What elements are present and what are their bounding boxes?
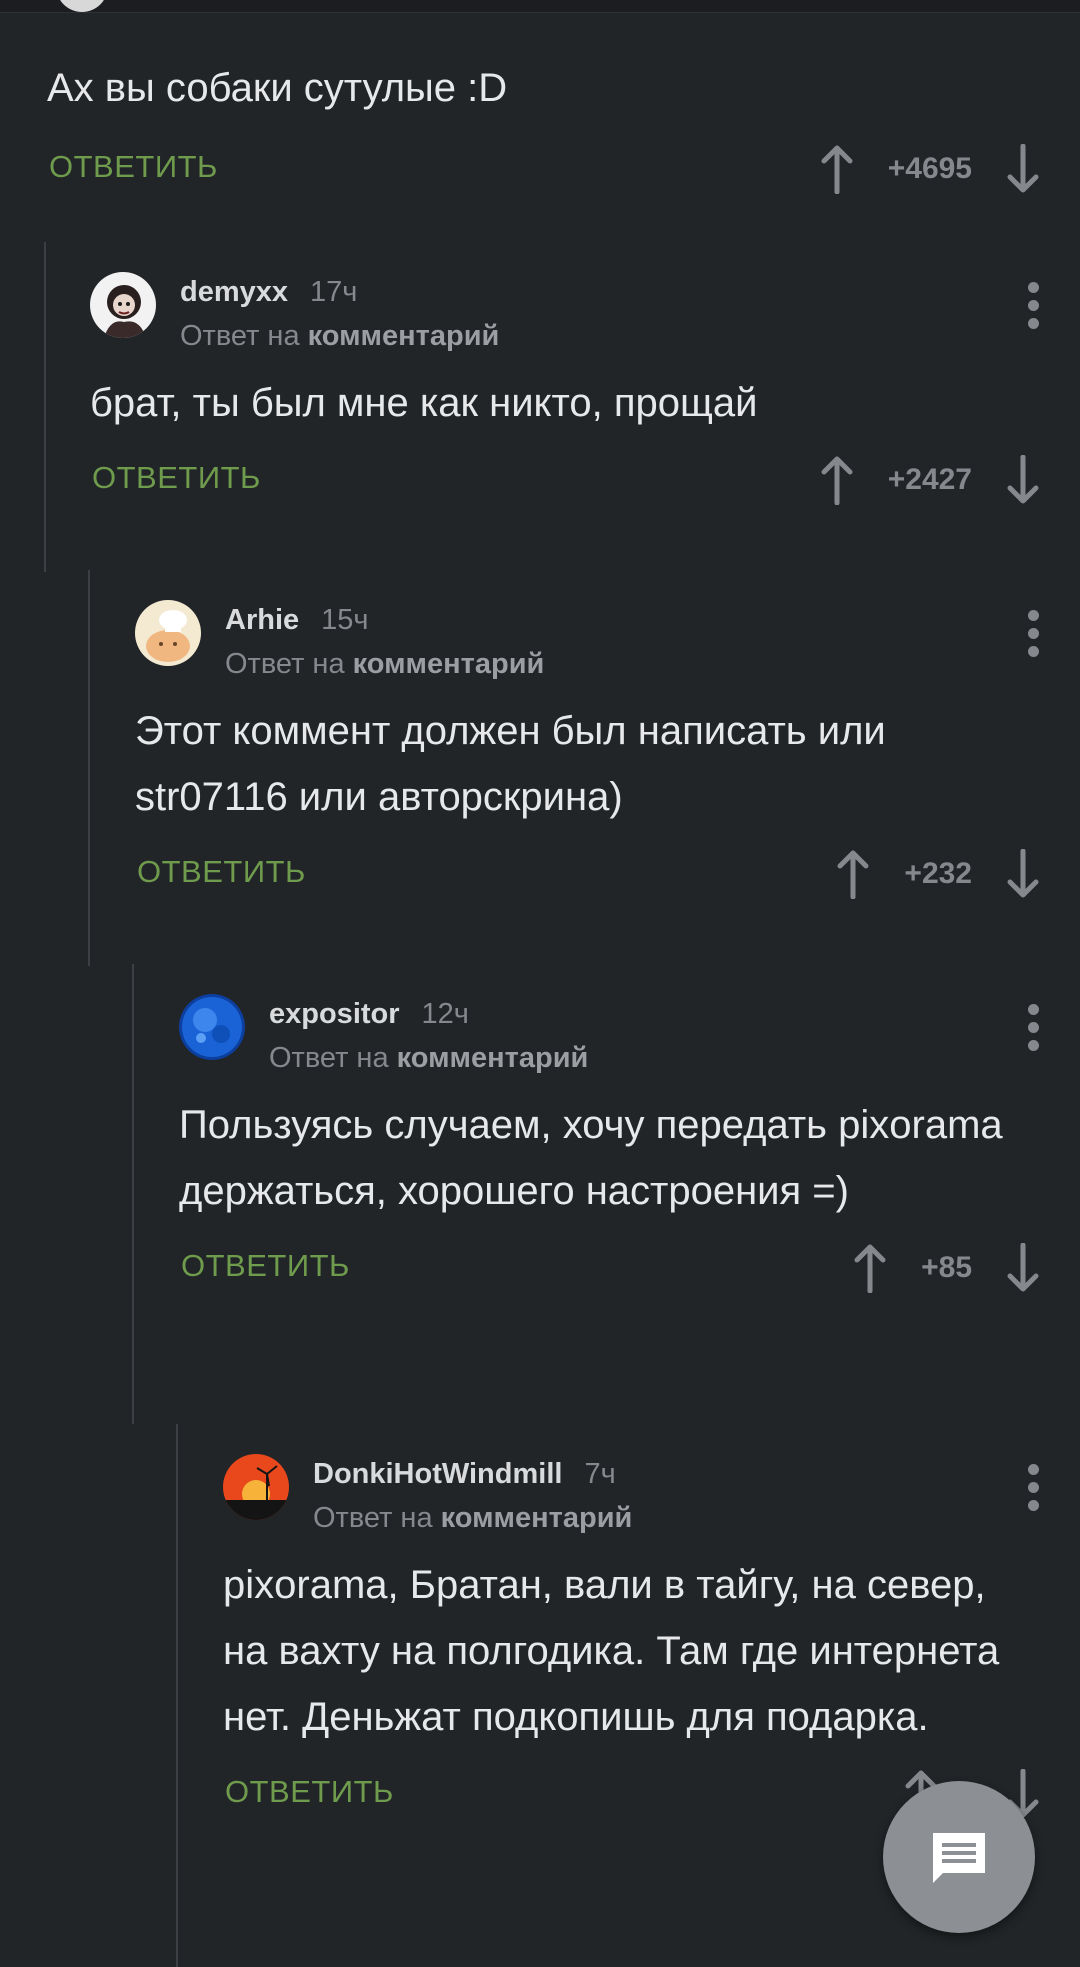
comment-actions: ОТВЕТИТЬ +4695 (47, 139, 1080, 199)
comment-actions: ОТВЕТИТЬ +85 (179, 1238, 1080, 1298)
avatar[interactable] (90, 272, 156, 338)
comment-author[interactable]: demyxx 17ч (180, 272, 357, 312)
comment-text: Пользуясь случаем, хочу передать pixoram… (179, 1103, 1003, 1213)
arrow-up-icon[interactable] (820, 455, 854, 505)
avatar[interactable] (223, 1454, 289, 1520)
reply-to-line: Ответ на комментарий (225, 644, 544, 684)
comment-text: Ах вы собаки сутулые :D (47, 66, 508, 110)
comment-score: +2427 (887, 463, 972, 496)
author-name[interactable]: expositor (269, 998, 400, 1030)
reply-to-link[interactable]: комментарий (353, 648, 545, 680)
comment-text: Этот коммент должен был написать или str… (135, 709, 886, 819)
comment-header: expositor 12ч Ответ на комментарий (179, 994, 1080, 1084)
reply-to-prefix: Ответ на (313, 1502, 433, 1534)
comment: expositor 12ч Ответ на комментарий Пользу… (179, 994, 1080, 1298)
comment: DonkiHotWindmill 7ч Ответ на комментарий … (223, 1454, 1080, 1824)
comment-time: 7ч (584, 1458, 616, 1490)
more-vertical-icon[interactable] (1026, 1464, 1040, 1512)
reply-to-prefix: Ответ на (180, 320, 300, 352)
comment-author[interactable]: Arhie 15ч (225, 600, 369, 640)
thread-line (88, 570, 90, 966)
comment-text: pixorama, Братан, вали в тайгу, на север… (223, 1563, 1000, 1739)
comment-icon (933, 1833, 985, 1883)
reply-button[interactable]: ОТВЕТИТЬ (49, 149, 218, 185)
comment-time: 17ч (310, 276, 358, 308)
arrow-down-icon[interactable] (1006, 144, 1040, 194)
arrow-down-icon[interactable] (1006, 849, 1040, 899)
reply-to-prefix: Ответ на (225, 648, 345, 680)
thread-line (176, 1424, 178, 1967)
arrow-up-icon[interactable] (836, 849, 870, 899)
reply-to-link[interactable]: комментарий (441, 1502, 633, 1534)
vote-controls: +232 (836, 844, 1040, 904)
reply-button[interactable]: ОТВЕТИТЬ (181, 1248, 350, 1284)
vote-controls: +2427 (820, 450, 1040, 510)
comment-text: брат, ты был мне как никто, прощай (90, 381, 758, 425)
author-name[interactable]: DonkiHotWindmill (313, 1458, 562, 1490)
reply-to-line: Ответ на комментарий (180, 316, 499, 356)
comment-header: demyxx 17ч Ответ на комментарий (90, 272, 1080, 362)
thread-line (132, 964, 134, 1424)
vote-controls: +4695 (820, 139, 1040, 199)
arrow-up-icon[interactable] (853, 1243, 887, 1293)
avatar[interactable] (56, 0, 108, 12)
more-vertical-icon[interactable] (1026, 610, 1040, 658)
reply-button[interactable]: ОТВЕТИТЬ (137, 854, 306, 890)
author-name[interactable]: demyxx (180, 276, 288, 308)
comment-score: +232 (904, 857, 972, 890)
comment-score: +4695 (887, 152, 972, 185)
thread-line (44, 242, 46, 572)
reply-button[interactable]: ОТВЕТИТЬ (92, 460, 261, 496)
comment-time: 12ч (421, 998, 469, 1030)
reply-to-link[interactable]: комментарий (397, 1042, 589, 1074)
comment-header: DonkiHotWindmill 7ч Ответ на комментарий (223, 1454, 1080, 1544)
comment-author[interactable]: DonkiHotWindmill 7ч (313, 1454, 616, 1494)
reply-to-line: Ответ на комментарий (269, 1038, 588, 1078)
avatar[interactable] (179, 994, 245, 1060)
reply-to-prefix: Ответ на (269, 1042, 389, 1074)
comment-score: +85 (921, 1251, 972, 1284)
comments-page: Ах вы собаки сутулые :D ОТВЕТИТЬ +4695 d… (0, 0, 1080, 1967)
comment-root: Ах вы собаки сутулые :D ОТВЕТИТЬ +4695 (47, 55, 1080, 199)
more-vertical-icon[interactable] (1026, 1004, 1040, 1052)
new-comment-fab[interactable] (883, 1781, 1035, 1933)
avatar[interactable] (135, 600, 201, 666)
reply-to-line: Ответ на комментарий (313, 1498, 632, 1538)
comment-actions: ОТВЕТИТЬ +232 (135, 844, 1080, 904)
comment: Arhie 15ч Ответ на комментарий Этот комме… (135, 600, 1080, 904)
arrow-down-icon[interactable] (1006, 1243, 1040, 1293)
comment: demyxx 17ч Ответ на комментарий брат, ты … (90, 272, 1080, 510)
arrow-down-icon[interactable] (1006, 455, 1040, 505)
top-bar (0, 0, 1080, 13)
more-vertical-icon[interactable] (1026, 282, 1040, 330)
reply-to-link[interactable]: комментарий (308, 320, 500, 352)
comment-time: 15ч (321, 604, 369, 636)
comment-author[interactable]: expositor 12ч (269, 994, 469, 1034)
vote-controls: +85 (853, 1238, 1040, 1298)
reply-button[interactable]: ОТВЕТИТЬ (225, 1774, 394, 1810)
author-name[interactable]: Arhie (225, 604, 299, 636)
comment-actions: ОТВЕТИТЬ +2427 (90, 450, 1080, 510)
arrow-up-icon[interactable] (820, 144, 854, 194)
comment-header: Arhie 15ч Ответ на комментарий (135, 600, 1080, 690)
